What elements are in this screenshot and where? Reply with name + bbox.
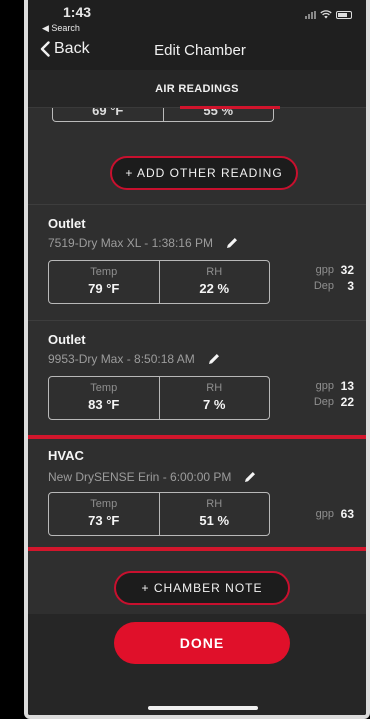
battery-icon bbox=[336, 10, 352, 19]
navigation-bar: Back Edit Chamber bbox=[28, 34, 366, 70]
rh-value: 7 % bbox=[203, 397, 226, 412]
reading-stats: gpp 32 Dep 3 bbox=[304, 262, 354, 294]
gpp-value: 13 bbox=[340, 379, 354, 393]
gpp-value: 32 bbox=[340, 263, 354, 277]
rh-cell: RH 22 % bbox=[160, 261, 270, 303]
divider bbox=[28, 320, 366, 321]
status-bar: 1:43 ◀ Search bbox=[28, 0, 366, 34]
partial-rh-value: 55 % bbox=[203, 108, 234, 118]
pencil-icon[interactable] bbox=[207, 352, 221, 366]
status-time: 1:43 bbox=[63, 4, 92, 20]
temp-value: 79 °F bbox=[88, 281, 120, 296]
temp-cell: Temp 83 °F bbox=[49, 377, 160, 419]
reading-title: Outlet bbox=[48, 216, 86, 231]
temp-cell: Temp 79 °F bbox=[49, 261, 160, 303]
reading-values-box[interactable]: Temp 83 °F RH 7 % bbox=[48, 376, 270, 420]
divider bbox=[28, 204, 366, 205]
partial-reading-box: 69 °F 55 % bbox=[52, 108, 274, 122]
reading-values-box[interactable]: Temp 79 °F RH 22 % bbox=[48, 260, 270, 304]
home-indicator[interactable] bbox=[148, 706, 258, 710]
partial-temp-value: 69 °F bbox=[53, 108, 164, 121]
pencil-icon[interactable] bbox=[225, 236, 239, 250]
dep-label: Dep bbox=[313, 396, 334, 408]
tab-bar: AIR READINGS bbox=[28, 70, 366, 108]
add-other-reading-button[interactable]: + ADD OTHER READING bbox=[110, 156, 298, 190]
highlight-outline bbox=[28, 435, 366, 551]
temp-label: Temp bbox=[90, 382, 118, 394]
tab-active-indicator bbox=[180, 106, 280, 109]
phone-screen: 1:43 ◀ Search Back Edit Chamber AIR READ… bbox=[24, 0, 370, 719]
signal-icon bbox=[305, 10, 316, 19]
status-icons bbox=[305, 10, 352, 19]
tab-air-readings[interactable]: AIR READINGS bbox=[28, 83, 366, 95]
reading-stats: gpp 13 Dep 22 bbox=[304, 378, 354, 410]
done-button[interactable]: DONE bbox=[114, 622, 290, 664]
reading-subtitle: 9953-Dry Max - 8:50:18 AM bbox=[48, 352, 221, 366]
dep-value: 3 bbox=[347, 279, 354, 293]
readings-list[interactable]: 69 °F 55 % + ADD OTHER READING Outlet 75… bbox=[28, 108, 366, 614]
reading-device-time: 7519-Dry Max XL - 1:38:16 PM bbox=[48, 236, 213, 250]
rh-label: RH bbox=[206, 266, 223, 278]
gpp-label: gpp bbox=[315, 380, 334, 392]
reading-device-time: 9953-Dry Max - 8:50:18 AM bbox=[48, 352, 195, 366]
back-to-app-link[interactable]: ◀ Search bbox=[42, 23, 80, 34]
rh-label: RH bbox=[206, 382, 223, 394]
gpp-label: gpp bbox=[315, 264, 334, 276]
reading-title: Outlet bbox=[48, 332, 86, 347]
temp-value: 83 °F bbox=[88, 397, 120, 412]
dep-label: Dep bbox=[313, 280, 334, 292]
rh-value: 22 % bbox=[199, 281, 230, 296]
rh-cell: RH 7 % bbox=[160, 377, 270, 419]
dep-value: 22 bbox=[340, 395, 354, 409]
page-title: Edit Chamber bbox=[154, 42, 246, 59]
temp-label: Temp bbox=[90, 266, 118, 278]
reading-subtitle: 7519-Dry Max XL - 1:38:16 PM bbox=[48, 236, 239, 250]
add-chamber-note-button[interactable]: + CHAMBER NOTE bbox=[114, 571, 290, 605]
wifi-icon bbox=[320, 10, 332, 19]
